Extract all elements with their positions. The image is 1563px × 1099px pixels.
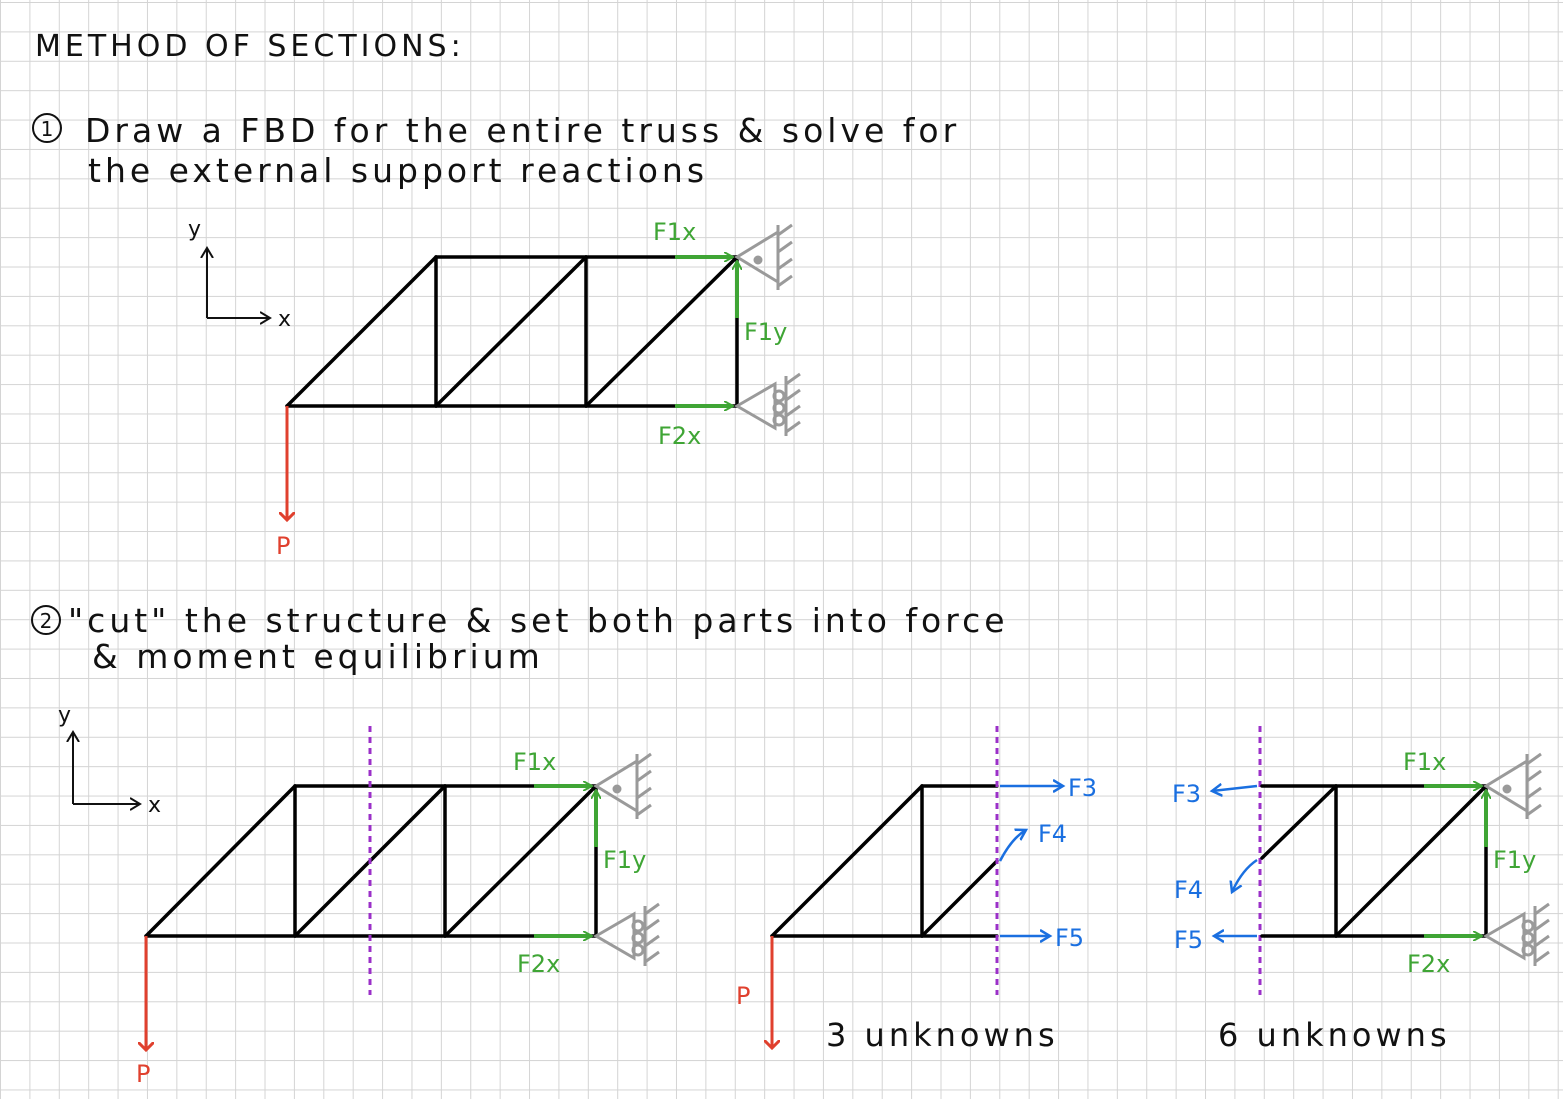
coordinate-axes-2: y x [58, 703, 161, 818]
unknowns-count-right: 6 unknowns [1218, 1016, 1451, 1054]
member-diagonal [770, 784, 924, 938]
axis-y-label: y [188, 217, 201, 242]
axis-x-label: x [148, 793, 161, 818]
step2-number: 2 [40, 609, 53, 633]
step2-line1: "cut" the structure & set both parts int… [68, 601, 1009, 640]
label-p: P [136, 1060, 150, 1088]
arrow-f3 [1212, 786, 1258, 791]
label-f2x: F2x [1407, 950, 1450, 978]
member-diagonal [434, 255, 588, 408]
step1-line1: Draw a FBD for the entire truss & solve … [85, 111, 960, 150]
arrow-f4 [998, 830, 1026, 862]
reactions-2 [534, 786, 596, 936]
arrow-f4 [1232, 858, 1258, 892]
pin-support-top-1 [734, 223, 793, 290]
label-f5: F5 [1174, 926, 1203, 954]
roller-support-bottom-4 [1483, 902, 1550, 966]
internal-forces-left [998, 786, 1063, 936]
label-f1y: F1y [1493, 846, 1536, 874]
member-diagonal [144, 784, 297, 938]
label-f2x: F2x [517, 950, 560, 978]
method-of-sections-diagram: METHOD OF SECTIONS: 1 Draw a FBD for the… [31, 29, 1550, 1088]
reactions-1 [675, 257, 737, 406]
label-f5: F5 [1055, 924, 1084, 952]
label-f1y: F1y [744, 318, 787, 346]
member-diagonal [1260, 784, 1338, 860]
unknowns-count-left: 3 unknowns [826, 1016, 1059, 1054]
roller-support-bottom-2 [593, 902, 660, 966]
left-section [770, 784, 999, 938]
page-title: METHOD OF SECTIONS: [35, 29, 465, 64]
internal-forces-right [1212, 786, 1258, 936]
step1-heading: 1 Draw a FBD for the entire truss & solv… [32, 111, 960, 190]
coordinate-axes-1: y x [188, 217, 291, 332]
label-f1y: F1y [603, 846, 646, 874]
label-f1x: F1x [653, 218, 696, 246]
roller-support-bottom-1 [734, 372, 801, 436]
member-diagonal [443, 784, 598, 938]
step2-heading: 2 "cut" the structure & set both parts i… [31, 601, 1009, 676]
label-f3: F3 [1172, 780, 1201, 808]
label-f2x: F2x [658, 422, 701, 450]
label-f1x: F1x [1403, 748, 1446, 776]
label-f3: F3 [1068, 774, 1097, 802]
reactions-4 [1424, 786, 1486, 936]
step1-number: 1 [41, 117, 54, 141]
axis-y-label: y [58, 703, 71, 728]
member-diagonal [285, 255, 438, 408]
step1-line2: the external support reactions [88, 151, 708, 190]
member-diagonal [584, 255, 739, 408]
member-diagonal [1334, 784, 1488, 938]
label-f4: F4 [1038, 820, 1067, 848]
truss-1 [285, 255, 739, 408]
step2-line2: & moment equilibrium [92, 637, 544, 676]
axis-x-label: x [278, 307, 291, 332]
member-diagonal [920, 859, 999, 938]
label-f1x: F1x [513, 748, 556, 776]
pin-support-top-4 [1483, 752, 1542, 819]
label-f4: F4 [1174, 876, 1203, 904]
label-p: P [276, 532, 290, 560]
label-p: P [736, 982, 750, 1010]
right-section [1260, 784, 1488, 938]
pin-support-top-2 [593, 752, 652, 819]
